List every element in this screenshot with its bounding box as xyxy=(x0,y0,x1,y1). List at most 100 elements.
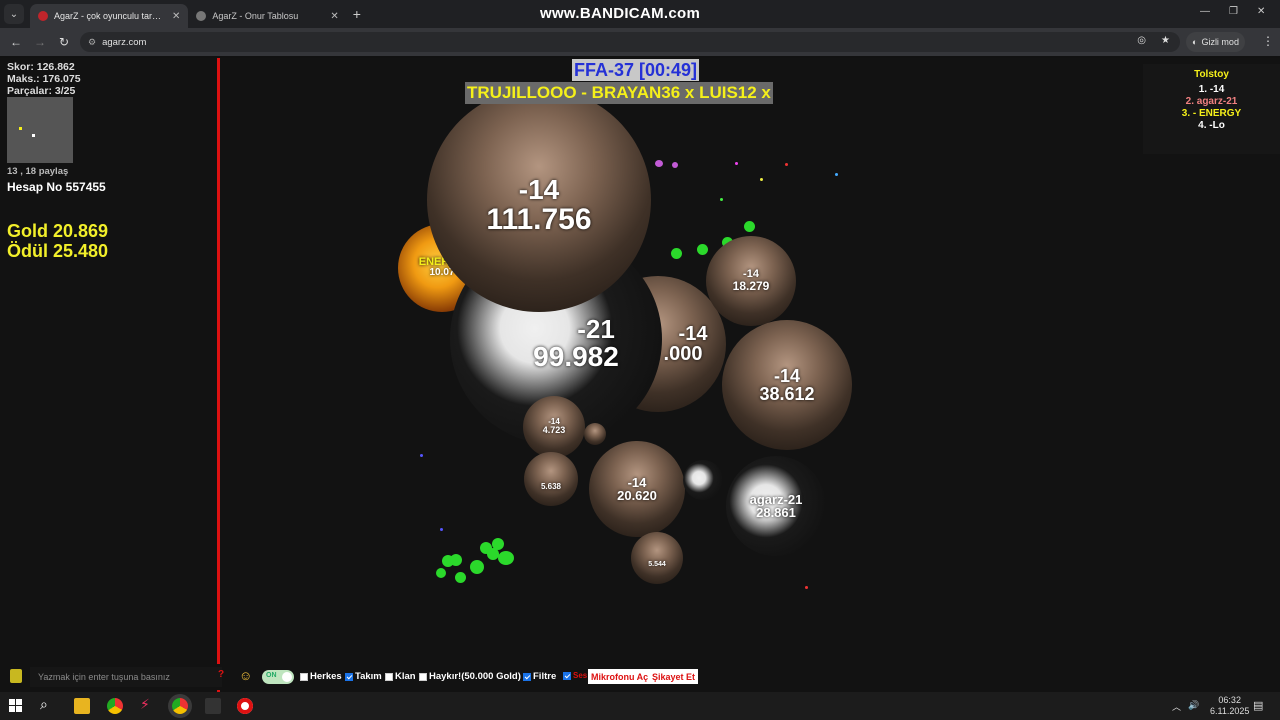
leaderboard-row: 3. - ΕΝΕRGY xyxy=(1181,108,1242,119)
browser-toolbar: ← → ↻ ⚙ agarz.com ◎ ★ xyxy=(0,28,1280,56)
tab-title: AgarZ - Onur Tablosu xyxy=(212,11,299,21)
window-close-icon[interactable]: ✕ xyxy=(1257,6,1265,17)
restore-icon[interactable]: ❐ xyxy=(1229,6,1238,17)
score-panel: Skor: 126.862 Maks.: 176.075 Parçalar: 3… xyxy=(7,61,81,97)
food-pellet xyxy=(420,454,423,457)
close-tab-icon[interactable]: ✕ xyxy=(172,11,180,22)
chrome-icon[interactable] xyxy=(107,698,123,714)
checkbox-box[interactable] xyxy=(300,672,308,681)
clock[interactable]: 06:32 6.11.2025 xyxy=(1210,695,1249,717)
bandicam-watermark: www.BANDICAM.com xyxy=(540,5,701,22)
emoji-icon[interactable]: ☺ xyxy=(239,668,252,683)
food-pellet xyxy=(785,163,788,166)
cell-mass: 20.620 xyxy=(617,487,657,503)
cell-name: -14 xyxy=(773,365,800,386)
gold-amount: Gold 20.869 xyxy=(7,221,109,241)
app-dark-icon[interactable] xyxy=(205,698,221,714)
back-arrow-icon[interactable]: ← xyxy=(8,35,24,49)
leaderboard: Tolstoy 1. -14 2. agarz-21 3. - ΕΝΕRGY 4… xyxy=(1143,64,1280,154)
toggle-knob xyxy=(282,672,292,682)
incognito-label: Gizli mod xyxy=(1201,37,1239,47)
leaderboard-row: 1. -14 xyxy=(1198,84,1225,95)
tab-agarz-game[interactable]: AgarZ - çok oyunculu tarayıcı oyunu ✕ xyxy=(30,4,189,28)
bandicam-record-icon[interactable] xyxy=(237,698,253,714)
forward-arrow-icon[interactable]: → xyxy=(32,35,48,49)
cell-name: agarz-21 xyxy=(749,491,803,507)
bookmark-star-icon[interactable]: ★ xyxy=(1161,35,1170,46)
small-player-cell xyxy=(584,423,606,445)
clan-checkbox[interactable]: Klan xyxy=(385,671,416,682)
cell-name: -14 xyxy=(627,474,647,490)
close-tab-icon[interactable]: ✕ xyxy=(330,11,338,22)
food-pellet xyxy=(487,548,499,560)
food-pellet xyxy=(805,586,808,589)
microphone-button[interactable]: Mikrofonu Aç xyxy=(588,669,652,684)
reload-icon[interactable]: ↻ xyxy=(56,35,72,49)
food-pellet xyxy=(450,554,462,566)
leaderboard-row: 4. -Lo xyxy=(1198,120,1225,131)
toggle-label: ON xyxy=(266,672,277,679)
account-number: Hesap No 557455 xyxy=(7,180,106,194)
everyone-checkbox[interactable]: Herkes xyxy=(300,671,342,682)
tab-title: AgarZ - çok oyunculu tarayıcı oyunu xyxy=(54,11,164,21)
tray-chevron-icon[interactable]: ︿ xyxy=(1172,700,1181,713)
address-bar[interactable]: ⚙ agarz.com ◎ ★ xyxy=(80,32,1180,52)
checkbox-label: Herkes xyxy=(310,671,342,682)
checkbox-label: Ses xyxy=(573,671,588,680)
food-pellet xyxy=(697,244,708,255)
clock-date: 6.11.2025 xyxy=(1210,706,1250,716)
coords-share-link[interactable]: 13 , 18 paylaş xyxy=(7,166,68,177)
player-cell: -14 20.620 xyxy=(589,441,685,537)
search-icon[interactable]: ⌕ xyxy=(40,696,56,712)
minimize-icon[interactable]: — xyxy=(1200,6,1210,17)
cell-mass: 99.982 xyxy=(533,341,619,373)
food-pellet xyxy=(671,248,682,259)
trash-icon[interactable] xyxy=(10,669,22,683)
more-menu-icon[interactable]: ⋮ xyxy=(1262,34,1274,48)
player-cell: -14 18.279 xyxy=(706,236,796,326)
url-text: agarz.com xyxy=(102,36,147,48)
filter-checkbox[interactable]: Filtre xyxy=(523,671,556,682)
checkbox-box[interactable] xyxy=(385,672,393,681)
clan-banner: TRUJILLOOO - BRAYAN36 x LUIS12 x xyxy=(465,82,773,104)
chat-input[interactable] xyxy=(30,667,222,687)
checkbox-box[interactable] xyxy=(345,672,353,681)
new-tab-button[interactable]: + xyxy=(353,6,361,22)
minimap-player-dot xyxy=(19,127,22,130)
chrome-active-icon[interactable] xyxy=(172,698,188,714)
food-pellet xyxy=(672,162,678,168)
site-info-icon[interactable]: ⚙ xyxy=(88,37,96,48)
tab-search-menu-button[interactable]: ⌄ xyxy=(4,4,24,24)
minimap-player-dot xyxy=(32,134,35,137)
notifications-icon[interactable]: ▤ xyxy=(1253,699,1263,712)
cell-name: -21 xyxy=(577,314,615,345)
player-cell-largest: -14 111.756 xyxy=(427,88,651,312)
incognito-indicator[interactable]: ◐ Gizli mod xyxy=(1186,32,1245,52)
food-pellet xyxy=(744,221,755,232)
score-text: Skor: 126.862 xyxy=(7,61,75,73)
report-button[interactable]: Şikayet Et xyxy=(649,669,699,684)
sound-checkbox[interactable]: Ses xyxy=(563,671,587,680)
windows-start-icon[interactable] xyxy=(9,699,22,712)
globe-icon xyxy=(196,11,207,21)
player-cell: 5.544 xyxy=(631,532,683,584)
tab-agarz-leaderboard[interactable]: AgarZ - Onur Tablosu ✕ xyxy=(188,4,346,28)
cell-mass: 18.279 xyxy=(732,279,770,294)
team-checkbox[interactable]: Takım xyxy=(345,671,382,682)
agarz-favicon-icon xyxy=(38,11,48,21)
map-border-line xyxy=(217,58,220,692)
help-question-icon[interactable]: ? xyxy=(218,669,224,680)
chat-toggle[interactable]: ON xyxy=(262,670,294,684)
file-explorer-icon[interactable] xyxy=(74,698,90,714)
checkbox-box[interactable] xyxy=(419,672,427,681)
eye-off-icon[interactable]: ◎ xyxy=(1137,35,1146,46)
game-canvas[interactable]: ΕΝΕRGY 10.07 -14 .000 -21 99.982 -14 111… xyxy=(0,58,1280,692)
volume-icon[interactable]: 🔊 xyxy=(1188,700,1199,711)
checkbox-box[interactable] xyxy=(523,672,531,681)
shout-checkbox[interactable]: Haykır!(50.000 Gold) xyxy=(419,671,521,682)
player-cell: 5.638 xyxy=(524,452,578,506)
server-timer: FFA-37 [00:49] xyxy=(572,59,700,81)
app-bolt-icon[interactable]: ⚡ xyxy=(140,696,156,712)
checkbox-box[interactable] xyxy=(563,671,571,680)
food-pellet xyxy=(455,572,466,583)
